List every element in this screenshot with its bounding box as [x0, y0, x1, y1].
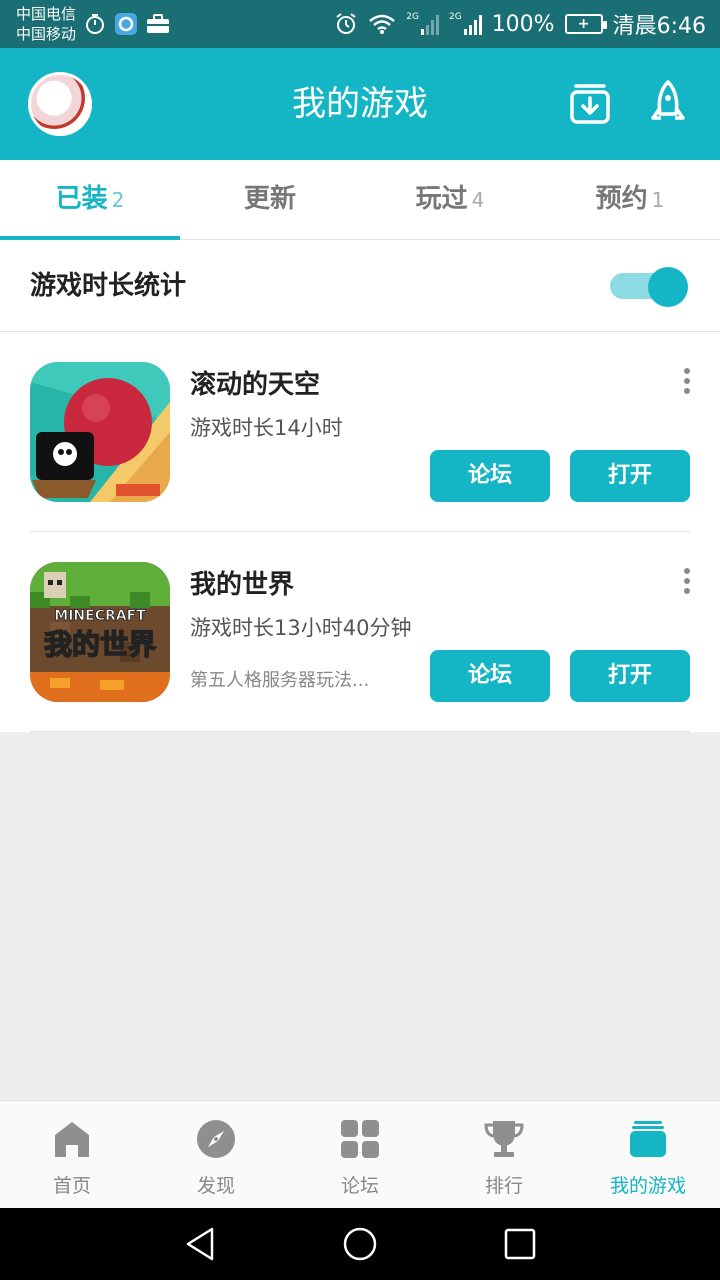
tab-label: 更新 — [243, 184, 296, 214]
carrier-2: 中国移动 — [16, 25, 77, 43]
signal-2-icon: 2G — [449, 13, 482, 35]
playtime-stats-row: 游戏时长统计 — [0, 240, 720, 332]
home-button-icon[interactable] — [342, 1226, 378, 1262]
toggle-knob — [648, 267, 688, 307]
nav-label: 我的游戏 — [609, 1175, 686, 1197]
carrier-1: 中国电信 — [16, 5, 77, 23]
app-header: 我的游戏 — [0, 48, 720, 160]
bottom-nav: 首页 发现 论坛 排行 我的游戏 — [0, 1100, 720, 1208]
tab-count: 1 — [651, 188, 665, 212]
tab-count: 2 — [111, 188, 125, 212]
nav-label: 排行 — [484, 1175, 523, 1197]
tab-label: 预约 — [595, 184, 648, 214]
nav-forum[interactable]: 论坛 — [288, 1101, 432, 1208]
tab-label: 已装 — [55, 184, 108, 214]
game-playtime: 游戏时长13小时40分钟 — [190, 616, 412, 640]
minecraft-logo-subtext: MINECRAFT — [54, 608, 146, 624]
nav-label: 发现 — [196, 1175, 235, 1197]
battery-percent: 100% — [491, 11, 555, 37]
rolling-sky-app-icon — [30, 362, 170, 502]
status-bar: 中国电信 中国移动 2G 2G 100% + 清晨6:46 — [0, 0, 720, 48]
forum-button[interactable]: 论坛 — [430, 450, 550, 502]
game-title: 滚动的天空 — [190, 370, 321, 400]
playtime-stats-label: 游戏时长统计 — [30, 271, 187, 301]
wifi-icon — [369, 14, 396, 34]
playtime-stats-toggle[interactable] — [608, 267, 688, 307]
game-playtime: 游戏时长14小时 — [190, 416, 343, 440]
tab-bar: 已装 2 更新 玩过 4 预约 1 — [0, 160, 720, 240]
battery-icon: + — [564, 14, 607, 34]
system-nav-bar — [0, 1208, 720, 1280]
open-button[interactable]: 打开 — [570, 450, 690, 502]
nav-label: 首页 — [52, 1175, 91, 1197]
home-icon — [55, 1122, 89, 1157]
games-stack-icon — [630, 1121, 666, 1157]
app-notification-icon — [115, 13, 137, 35]
more-options-icon[interactable] — [672, 566, 702, 596]
grid-icon — [341, 1120, 379, 1158]
nav-label: 论坛 — [340, 1175, 379, 1197]
network-type-1: 2G — [406, 12, 419, 22]
tab-played[interactable]: 玩过 4 — [360, 160, 540, 239]
back-icon[interactable] — [182, 1226, 218, 1262]
clock: 清晨6:46 — [612, 14, 706, 39]
nav-ranking[interactable]: 排行 — [432, 1101, 576, 1208]
minecraft-app-icon: MINECRAFT 我的世界 — [30, 562, 170, 702]
game-title: 我的世界 — [190, 570, 295, 600]
status-system-icons: 2G 2G 100% + 清晨6:46 — [334, 0, 706, 48]
more-options-icon[interactable] — [672, 366, 702, 396]
game-note[interactable]: 第五人格服务器玩法... — [190, 666, 400, 692]
rocket-icon[interactable] — [640, 76, 696, 132]
briefcase-icon — [147, 14, 169, 33]
tab-label: 玩过 — [415, 184, 468, 214]
tab-count: 4 — [471, 188, 485, 212]
nav-home[interactable]: 首页 — [0, 1101, 144, 1208]
alarm-icon — [336, 13, 356, 34]
network-type-2: 2G — [448, 12, 462, 22]
nav-my-games[interactable]: 我的游戏 — [576, 1101, 720, 1208]
forum-button[interactable]: 论坛 — [430, 650, 550, 702]
compass-icon — [197, 1120, 235, 1158]
minecraft-logo-text: 我的世界 — [44, 628, 156, 661]
open-button[interactable]: 打开 — [570, 650, 690, 702]
tab-installed[interactable]: 已装 2 — [0, 160, 180, 240]
trophy-icon — [484, 1121, 524, 1157]
status-notification-icons — [84, 12, 170, 36]
recents-icon[interactable] — [502, 1226, 538, 1262]
list-item[interactable]: 滚动的天空 游戏时长14小时 论坛 打开 — [0, 332, 720, 532]
divider — [30, 731, 690, 732]
carrier-info: 中国电信 中国移动 — [16, 4, 76, 44]
signal-1-icon: 2G — [406, 13, 439, 35]
nav-discover[interactable]: 发现 — [144, 1101, 288, 1208]
list-item[interactable]: MINECRAFT 我的世界 我的世界 游戏时长13小时40分钟 第五人格服务器… — [0, 532, 720, 732]
game-list: 滚动的天空 游戏时长14小时 论坛 打开 MINECRAFT 我的世界 我的世界… — [0, 332, 720, 732]
tab-updates[interactable]: 更新 — [180, 160, 360, 239]
tab-reserved[interactable]: 预约 1 — [540, 160, 720, 239]
timer-icon — [86, 14, 104, 34]
download-manager-icon[interactable] — [562, 76, 618, 132]
